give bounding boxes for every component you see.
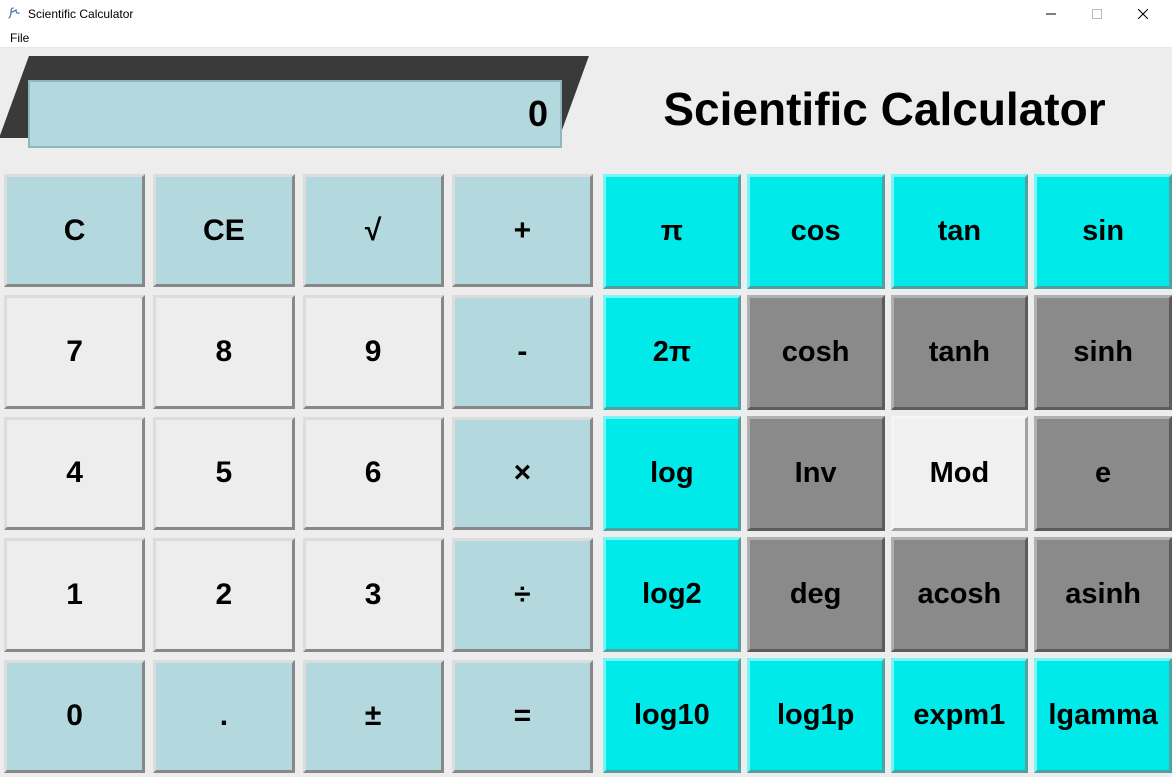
digit-6-button[interactable]: 6 xyxy=(303,417,444,530)
digit-9-button[interactable]: 9 xyxy=(303,295,444,408)
calc-display[interactable]: 0 xyxy=(28,80,562,148)
clear-button[interactable]: C xyxy=(4,174,145,287)
pi-button[interactable]: π xyxy=(603,174,741,289)
close-button[interactable] xyxy=(1120,0,1166,28)
tan-button[interactable]: tan xyxy=(891,174,1029,289)
digit-3-button[interactable]: 3 xyxy=(303,538,444,651)
decimal-button[interactable]: . xyxy=(153,660,294,773)
multiply-button[interactable]: × xyxy=(452,417,593,530)
menu-file[interactable]: File xyxy=(4,30,35,46)
menubar: File xyxy=(0,28,1172,48)
app-heading: Scientific Calculator xyxy=(597,48,1172,170)
expm1-button[interactable]: expm1 xyxy=(891,658,1029,773)
keypad-scientific: π cos tan sin 2π cosh tanh sinh log Inv … xyxy=(597,170,1172,777)
titlebar: Scientific Calculator xyxy=(0,0,1172,28)
digit-5-button[interactable]: 5 xyxy=(153,417,294,530)
digit-1-button[interactable]: 1 xyxy=(4,538,145,651)
mod-button[interactable]: Mod xyxy=(891,416,1029,531)
minus-button[interactable]: - xyxy=(452,295,593,408)
tanh-button[interactable]: tanh xyxy=(891,295,1029,410)
minimize-button[interactable] xyxy=(1028,0,1074,28)
sqrt-button[interactable]: √ xyxy=(303,174,444,287)
sin-button[interactable]: sin xyxy=(1034,174,1172,289)
log2-button[interactable]: log2 xyxy=(603,537,741,652)
cos-button[interactable]: cos xyxy=(747,174,885,289)
divide-button[interactable]: ÷ xyxy=(452,538,593,651)
cosh-button[interactable]: cosh xyxy=(747,295,885,410)
log1p-button[interactable]: log1p xyxy=(747,658,885,773)
log-button[interactable]: log xyxy=(603,416,741,531)
keypad-basic: C CE √ + 7 8 9 - 4 5 6 × 1 2 3 ÷ 0 . ± = xyxy=(0,170,597,777)
app-icon xyxy=(6,6,22,22)
log10-button[interactable]: log10 xyxy=(603,658,741,773)
digit-7-button[interactable]: 7 xyxy=(4,295,145,408)
window-controls xyxy=(1028,0,1166,28)
display-region: 0 xyxy=(0,48,597,170)
lgamma-button[interactable]: lgamma xyxy=(1034,658,1172,773)
acosh-button[interactable]: acosh xyxy=(891,537,1029,652)
plus-minus-button[interactable]: ± xyxy=(303,660,444,773)
asinh-button[interactable]: asinh xyxy=(1034,537,1172,652)
maximize-button[interactable] xyxy=(1074,0,1120,28)
sinh-button[interactable]: sinh xyxy=(1034,295,1172,410)
digit-2-button[interactable]: 2 xyxy=(153,538,294,651)
e-button[interactable]: e xyxy=(1034,416,1172,531)
equals-button[interactable]: = xyxy=(452,660,593,773)
digit-8-button[interactable]: 8 xyxy=(153,295,294,408)
digit-0-button[interactable]: 0 xyxy=(4,660,145,773)
clear-entry-button[interactable]: CE xyxy=(153,174,294,287)
digit-4-button[interactable]: 4 xyxy=(4,417,145,530)
plus-button[interactable]: + xyxy=(452,174,593,287)
deg-button[interactable]: deg xyxy=(747,537,885,652)
tau-button[interactable]: 2π xyxy=(603,295,741,410)
inv-button[interactable]: Inv xyxy=(747,416,885,531)
window-title: Scientific Calculator xyxy=(28,7,133,21)
